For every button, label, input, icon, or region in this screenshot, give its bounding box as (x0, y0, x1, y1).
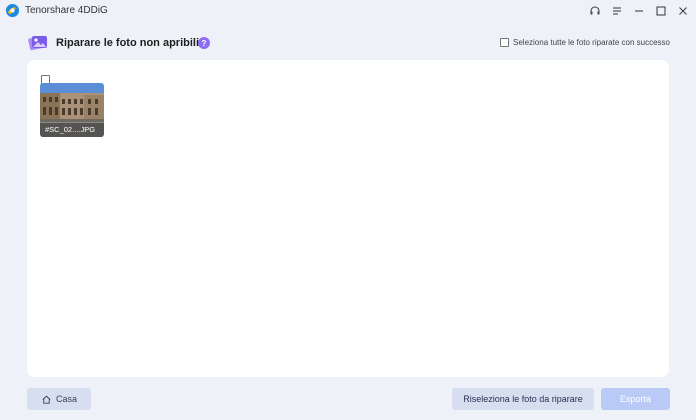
maximize-icon[interactable] (652, 2, 670, 20)
reselect-photos-button[interactable]: Riseleziona le foto da riparare (452, 388, 594, 410)
home-button[interactable]: Casa (27, 388, 91, 410)
photo-thumbnail[interactable]: #SC_02....JPG (40, 83, 104, 137)
home-icon (42, 395, 51, 404)
photo-card[interactable]: #SC_02....JPG (39, 74, 105, 138)
window-controls (586, 2, 692, 20)
title-bar: Tenorshare 4DDiG (0, 0, 696, 22)
photo-filename: #SC_02....JPG (40, 123, 104, 137)
minimize-icon[interactable] (630, 2, 648, 20)
home-button-label: Casa (55, 394, 77, 404)
select-all-control[interactable]: Seleziona tutte le foto riparate con suc… (500, 38, 670, 47)
help-icon[interactable]: ? (198, 37, 210, 49)
menu-icon[interactable] (608, 2, 626, 20)
support-headset-icon[interactable] (586, 2, 604, 20)
select-all-checkbox[interactable] (500, 38, 510, 47)
app-title: Tenorshare 4DDiG (25, 5, 108, 16)
select-all-label: Seleziona tutte le foto riparate con suc… (513, 38, 670, 47)
close-icon[interactable] (674, 2, 692, 20)
app-logo-icon (5, 3, 20, 18)
photo-grid-panel: #SC_02....JPG (27, 60, 669, 377)
export-button[interactable]: Esporta (601, 388, 670, 410)
page-title: Riparare le foto non apribili (56, 37, 200, 49)
photo-repair-icon (28, 35, 47, 51)
